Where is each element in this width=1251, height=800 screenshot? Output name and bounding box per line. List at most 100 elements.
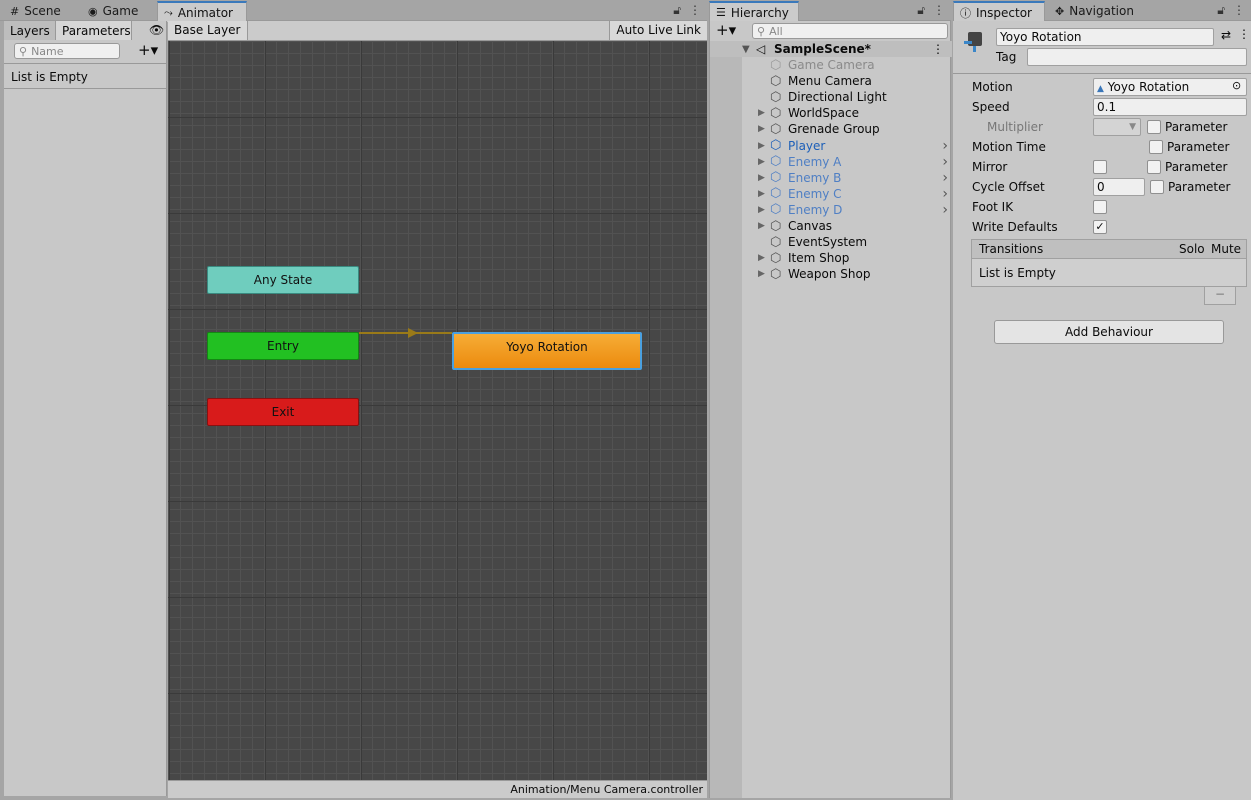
write-defaults-label: Write Defaults xyxy=(972,220,1058,234)
lock-icon[interactable]: 🔓︎ xyxy=(1217,3,1225,18)
motion-time-parameter-checkbox[interactable] xyxy=(1149,140,1163,154)
params-divider xyxy=(4,63,167,64)
hierarchy-panel: +▾ ⚲ All ▼ ◁ SampleScene* ⋮ ⬡ Game Camera… xyxy=(709,21,952,798)
yoyo-rotation-state-node[interactable]: Yoyo Rotation xyxy=(452,332,642,370)
add-behaviour-button[interactable]: Add Behaviour xyxy=(994,320,1224,344)
hierarchy-item[interactable]: ▶ ⬡ Player › xyxy=(710,138,952,154)
hierarchy-item[interactable]: ▶ ⬡ Weapon Shop xyxy=(710,266,952,282)
hierarchy-item[interactable]: ▶ ⬡ Canvas xyxy=(710,218,952,234)
hierarchy-item[interactable]: ▶ ⬡ Enemy C › xyxy=(710,186,952,202)
parameter-search-input[interactable]: ⚲ Name xyxy=(14,43,120,59)
tab-inspector[interactable]: ⓘ Inspector xyxy=(953,1,1045,22)
mirror-parameter-checkbox[interactable] xyxy=(1147,160,1161,174)
speed-field[interactable]: 0.1 xyxy=(1093,98,1247,116)
any-state-node[interactable]: Any State xyxy=(207,266,359,294)
gameobject-cube-icon: ⬡ xyxy=(770,266,782,282)
gameobject-cube-icon: ⬡ xyxy=(770,121,782,137)
expand-arrow-icon[interactable]: ▶ xyxy=(758,189,765,199)
unity-scene-icon: ◁ xyxy=(756,42,766,56)
hierarchy-item[interactable]: ▶ ⬡ WorldSpace xyxy=(710,105,952,121)
tab-game[interactable]: ◉ Game xyxy=(82,1,156,21)
chevron-right-icon[interactable]: › xyxy=(942,170,948,186)
yoyo-rotation-state-label: Yoyo Rotation xyxy=(506,340,588,354)
state-name-field[interactable]: Yoyo Rotation xyxy=(996,28,1214,46)
mirror-checkbox[interactable] xyxy=(1093,160,1107,174)
expand-arrow-icon[interactable]: ▶ xyxy=(758,124,765,134)
gameobject-cube-icon: ⬡ xyxy=(770,234,782,250)
kebab-menu-icon[interactable]: ⋮ xyxy=(1233,3,1245,18)
cycle-offset-field[interactable]: 0 xyxy=(1093,178,1145,196)
multiplier-parameter-checkbox[interactable] xyxy=(1147,120,1161,134)
animator-toolbar: Base Layer Auto Live Link xyxy=(168,21,707,41)
inspector-menu-icon[interactable]: ⋮ xyxy=(1238,27,1250,41)
state-machine-graph[interactable]: Any State Entry Exit Yoyo Rotation xyxy=(168,41,707,780)
hierarchy-item[interactable]: ⬡ Menu Camera xyxy=(710,73,952,89)
tab-navigation[interactable]: ✥ Navigation xyxy=(1049,1,1149,21)
hierarchy-item[interactable]: ⬡ EventSystem xyxy=(710,234,952,250)
gameobject-cube-icon: ⬡ xyxy=(770,73,782,89)
lock-icon[interactable]: 🔓︎ xyxy=(917,3,925,18)
expand-arrow-icon[interactable]: ▶ xyxy=(758,221,765,231)
chevron-right-icon[interactable]: › xyxy=(942,202,948,218)
hierarchy-item[interactable]: ⬡ Directional Light xyxy=(710,89,952,105)
expand-arrow-icon[interactable]: ▶ xyxy=(758,269,765,279)
hierarchy-item-label: Player xyxy=(788,138,826,153)
lock-icon[interactable]: 🔓︎ xyxy=(673,3,681,18)
foot-ik-checkbox[interactable] xyxy=(1093,200,1107,214)
tab-layers[interactable]: Layers xyxy=(4,21,56,40)
chevron-right-icon[interactable]: › xyxy=(942,186,948,202)
gameobject-cube-icon: ⬡ xyxy=(770,89,782,105)
chevron-right-icon[interactable]: › xyxy=(942,154,948,170)
write-defaults-checkbox[interactable]: ✓ xyxy=(1093,220,1107,234)
kebab-menu-icon[interactable]: ⋮ xyxy=(689,3,701,18)
expand-arrow-icon[interactable]: ▶ xyxy=(758,157,765,167)
kebab-menu-icon[interactable]: ⋮ xyxy=(933,3,945,18)
hierarchy-item[interactable]: ▶ ⬡ Enemy A › xyxy=(710,154,952,170)
controller-path: Animation/Menu Camera.controller xyxy=(510,783,703,796)
expand-arrow-icon[interactable]: ▶ xyxy=(758,141,765,151)
breadcrumb[interactable]: Base Layer xyxy=(168,21,248,40)
tab-scene[interactable]: # Scene xyxy=(4,1,80,21)
tag-field[interactable] xyxy=(1027,48,1247,66)
hierarchy-item[interactable]: ▶ ⬡ Enemy D › xyxy=(710,202,952,218)
hierarchy-item[interactable]: ▶ ⬡ Item Shop xyxy=(710,250,952,266)
expand-arrow-icon[interactable]: ▶ xyxy=(758,173,765,183)
tab-animator[interactable]: ⤳ Animator xyxy=(157,1,247,22)
multiplier-parameter-label: Parameter xyxy=(1165,120,1228,134)
prefab-cube-icon: ⬡ xyxy=(770,154,782,170)
remove-transition-button[interactable]: − xyxy=(1204,287,1236,305)
tab-hierarchy[interactable]: ☰ Hierarchy xyxy=(709,1,799,22)
prefab-cube-icon: ⬡ xyxy=(770,138,782,153)
hierarchy-item[interactable]: ▶ ⬡ Grenade Group xyxy=(710,121,952,137)
motion-time-label: Motion Time xyxy=(972,140,1046,154)
hierarchy-item-label: WorldSpace xyxy=(788,106,859,121)
hierarchy-window-controls: 🔓︎ ⋮ xyxy=(917,3,945,18)
settings-sliders-icon[interactable]: ⇄ xyxy=(1221,28,1231,42)
expand-arrow-icon[interactable]: ▼ xyxy=(742,44,750,55)
hierarchy-item[interactable]: ⬡ Game Camera xyxy=(710,57,952,73)
hierarchy-search-input[interactable]: ⚲ All xyxy=(752,23,948,39)
expand-arrow-icon[interactable]: ▶ xyxy=(758,108,765,118)
tag-label: Tag xyxy=(996,50,1017,64)
eye-icon[interactable]: 👁︎ xyxy=(149,23,164,37)
hierarchy-item-label: Directional Light xyxy=(788,90,887,105)
hierarchy-item[interactable]: ▶ ⬡ Enemy B › xyxy=(710,170,952,186)
auto-live-link-label: Auto Live Link xyxy=(616,23,701,37)
chevron-right-icon[interactable]: › xyxy=(942,138,948,154)
entry-node[interactable]: Entry xyxy=(207,332,359,360)
scene-row[interactable]: ▼ ◁ SampleScene* ⋮ xyxy=(710,41,952,57)
cycle-offset-parameter-checkbox[interactable] xyxy=(1150,180,1164,194)
auto-live-link-button[interactable]: Auto Live Link xyxy=(609,21,707,40)
add-object-button[interactable]: +▾ xyxy=(716,21,736,39)
scene-menu-icon[interactable]: ⋮ xyxy=(932,42,944,56)
header-divider xyxy=(953,73,1251,74)
expand-arrow-icon[interactable]: ▶ xyxy=(758,205,765,215)
expand-arrow-icon[interactable]: ▶ xyxy=(758,253,765,263)
left-tab-bar: # Scene ◉ Game ⤳ Animator 🔓︎ ⋮ xyxy=(0,0,707,22)
tab-parameters[interactable]: Parameters xyxy=(56,21,132,40)
exit-node[interactable]: Exit xyxy=(207,398,359,426)
multiplier-dropdown[interactable]: ▼ xyxy=(1093,118,1141,136)
object-picker-icon[interactable]: ⊙ xyxy=(1232,79,1241,92)
add-parameter-button[interactable]: +▾ xyxy=(138,41,158,59)
motion-field[interactable]: ▲ Yoyo Rotation xyxy=(1093,78,1247,96)
